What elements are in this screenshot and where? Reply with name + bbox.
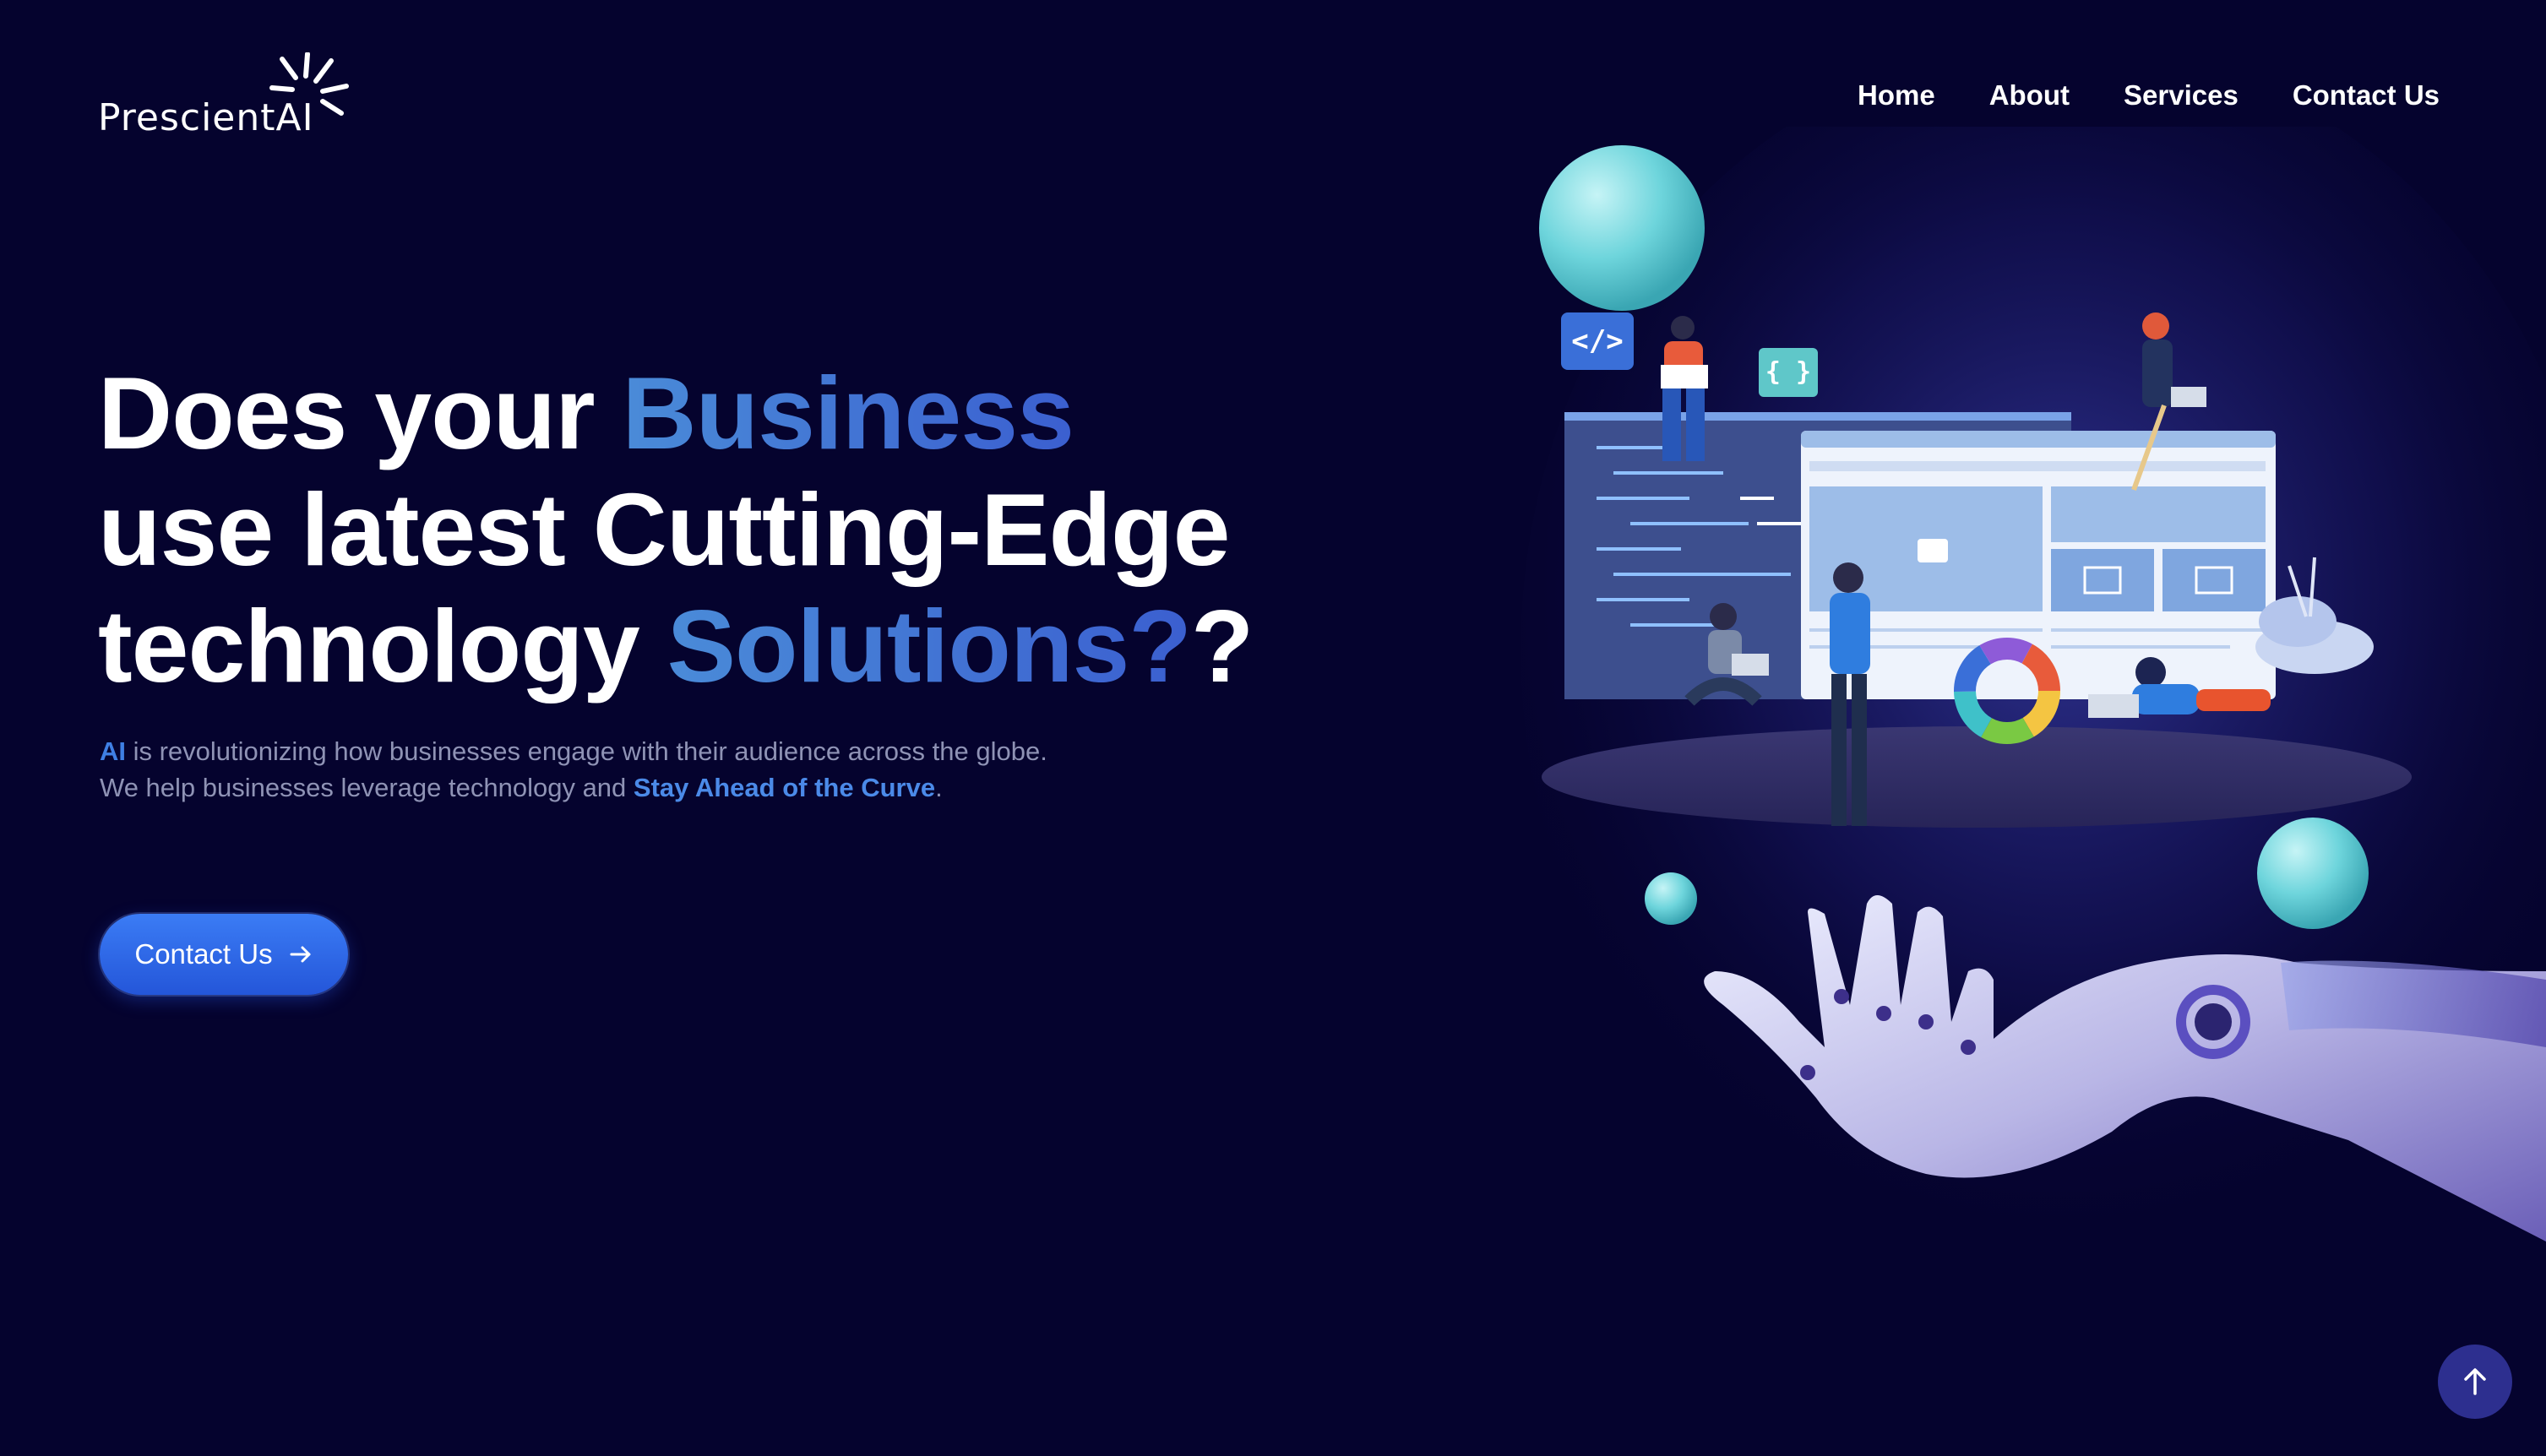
- headline-line1-text: Does your: [98, 356, 623, 470]
- landing-page: PrescientAI Home About Services Contact …: [0, 0, 2546, 1456]
- headline-accent-solutions: Solutions?: [666, 589, 1192, 704]
- main-nav: Home About Services Contact Us: [1858, 79, 2440, 111]
- code-tag-bubble: </>: [1561, 312, 1634, 370]
- arrow-right-icon: [290, 946, 311, 963]
- headline-accent-business: Business: [622, 356, 1074, 470]
- headline-line3-text: technology: [98, 589, 667, 704]
- subtext-line2-end: .: [935, 773, 943, 802]
- brace-bubble: { }: [1759, 348, 1818, 397]
- contact-us-button[interactable]: Contact Us: [100, 914, 348, 995]
- hero-headline: Does your Business use latest Cutting-Ed…: [98, 355, 1254, 704]
- nav-home[interactable]: Home: [1858, 79, 1935, 111]
- scroll-to-top-button[interactable]: [2438, 1345, 2512, 1419]
- hero-illustration: </> { }: [1521, 127, 2546, 1258]
- brand-logo[interactable]: PrescientAI: [98, 52, 360, 145]
- subtext-ai: AI: [100, 736, 126, 766]
- code-tag-text: </>: [1571, 324, 1623, 358]
- sphere-small: [1645, 872, 1697, 925]
- arrow-up-icon: [2464, 1368, 2486, 1395]
- sphere-medium: [2257, 818, 2369, 929]
- subtext-line2-start: We help businesses leverage technology a…: [100, 773, 634, 802]
- subtext-line1: is revolutionizing how businesses engage…: [126, 736, 1047, 766]
- platform: [1542, 726, 2412, 828]
- nav-contact-us[interactable]: Contact Us: [2293, 79, 2440, 111]
- brace-tag-text: { }: [1765, 357, 1811, 387]
- subtext-stay-ahead: Stay Ahead of the Curve: [633, 773, 936, 802]
- sphere-large: [1539, 145, 1705, 311]
- contact-us-button-label: Contact Us: [134, 938, 273, 970]
- nav-services[interactable]: Services: [2124, 79, 2239, 111]
- hero-subtext: AI is revolutionizing how businesses eng…: [100, 733, 1047, 806]
- headline-line2-text: use latest Cutting-Edge: [98, 472, 1230, 587]
- video-icon: [1918, 539, 1948, 562]
- nav-about[interactable]: About: [1989, 79, 2070, 111]
- headline-tail: ?: [1190, 589, 1254, 704]
- sunburst-icon: [269, 52, 349, 116]
